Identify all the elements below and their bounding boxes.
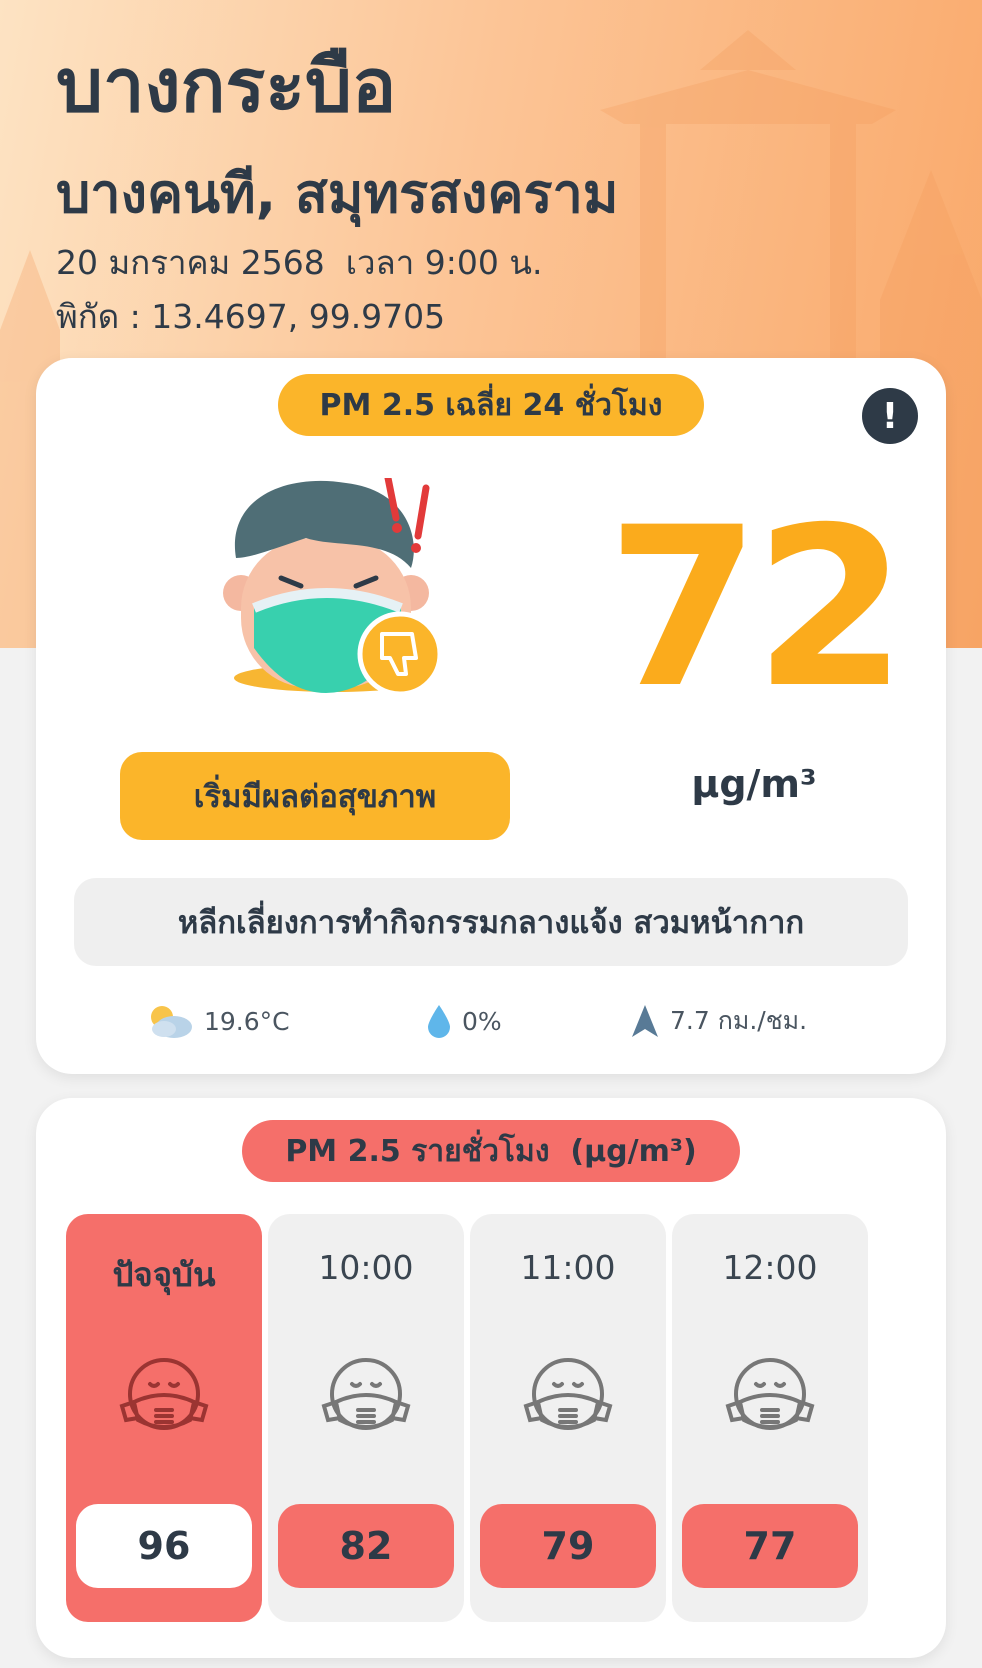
hour-pm25-value: 82	[278, 1504, 454, 1588]
hour-label: 12:00	[722, 1248, 818, 1287]
pm25-hourly-card: PM 2.5 รายชั่วโมง (µg/m³) ปัจจุบัน 96 10…	[36, 1098, 946, 1658]
pm25-24h-title: PM 2.5 เฉลี่ย 24 ชั่วโมง	[278, 374, 704, 436]
hour-pm25-value: 77	[682, 1504, 858, 1588]
water-drop-icon	[428, 1005, 450, 1038]
health-advice: หลีกเลี่ยงการทำกิจกรรมกลางแจ้ง สวมหน้ากา…	[74, 878, 908, 966]
hour-label: 10:00	[318, 1248, 414, 1287]
exclamation-icon[interactable]: !	[862, 388, 918, 444]
pm25-hourly-title: PM 2.5 รายชั่วโมง (µg/m³)	[242, 1120, 740, 1182]
pm25-unit: µg/m³	[691, 762, 817, 806]
temperature-value: 19.6°C	[204, 1006, 290, 1036]
wind-value: 7.7 กม./ชม.	[670, 1006, 808, 1035]
district-province: บางคนที, สมุทรสงคราม	[56, 162, 619, 225]
health-level-button[interactable]: เริ่มมีผลต่อสุขภาพ	[120, 752, 510, 840]
masked-face-icon	[523, 1358, 613, 1430]
partly-cloudy-icon	[151, 1006, 192, 1038]
hour-label: ปัจจุบัน	[112, 1255, 216, 1294]
hourly-item-1000[interactable]: 10:00 82	[268, 1214, 464, 1622]
hour-label: 11:00	[520, 1248, 616, 1287]
hour-pm25-value: 79	[480, 1504, 656, 1588]
hour-pm25-value: 96	[76, 1504, 252, 1588]
hourly-item-current[interactable]: ปัจจุบัน 96	[66, 1214, 262, 1622]
pm25-value: 72	[606, 480, 907, 736]
rain-value: 0%	[462, 1006, 502, 1036]
masked-face-icon	[725, 1358, 815, 1430]
pm25-summary-card: PM 2.5 เฉลี่ย 24 ชั่วโมง ! 72 µg/m³ เริ่…	[36, 358, 946, 1074]
wind-info: 7.7 กม./ชม.	[630, 998, 807, 1044]
masked-face-icon	[119, 1358, 209, 1430]
datetime: 20 มกราคม 2568 เวลา 9:00 น.	[56, 243, 543, 282]
wind-direction-arrow-icon	[632, 1005, 658, 1037]
rain-info: 0%	[426, 998, 502, 1044]
hourly-item-1200[interactable]: 12:00 77	[672, 1214, 868, 1622]
hourly-item-1100[interactable]: 11:00 79	[470, 1214, 666, 1622]
masked-face-icon	[321, 1358, 411, 1430]
location-name: บางกระบือ	[56, 43, 397, 129]
coordinates: พิกัด : 13.4697, 99.9705	[56, 297, 446, 336]
temperature-info: 19.6°C	[144, 998, 290, 1044]
masked-person-icon	[223, 478, 443, 697]
